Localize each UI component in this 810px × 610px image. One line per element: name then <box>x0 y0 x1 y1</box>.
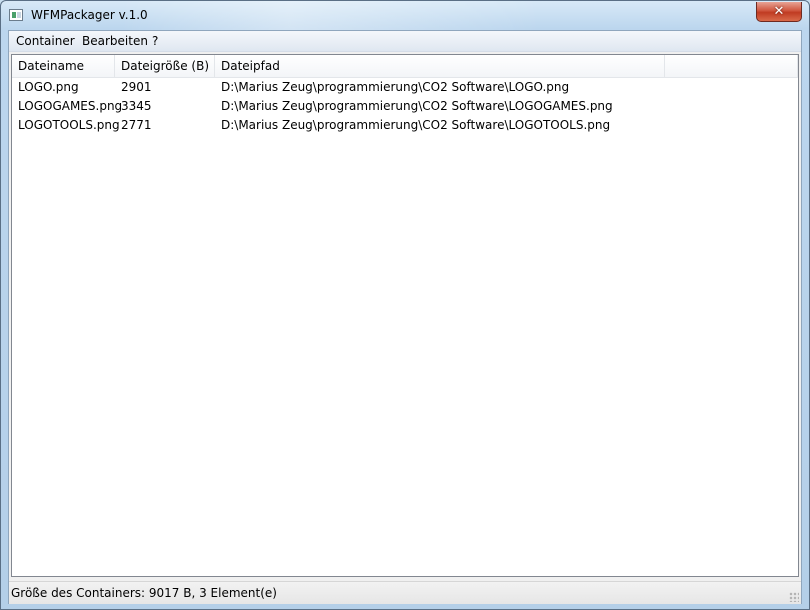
column-header-dateiname[interactable]: Dateiname <box>12 55 115 77</box>
file-path: D:\Marius Zeug\programmierung\CO2 Softwa… <box>221 118 611 132</box>
column-header-filler[interactable] <box>665 55 798 77</box>
file-size: 3345 <box>121 99 152 113</box>
column-header-dateigroesse[interactable]: Dateigröße (B) <box>115 55 215 77</box>
menu-container[interactable]: Container <box>16 34 75 48</box>
window-title: WFMPackager v.1.0 <box>31 8 148 22</box>
app-window: WFMPackager v.1.0 ✕ Container Bearbeiten… <box>0 0 810 610</box>
app-icon[interactable] <box>9 9 23 21</box>
list-header: Dateiname Dateigröße (B) Dateipfad <box>12 55 798 78</box>
resize-grip-icon[interactable] <box>789 592 799 602</box>
close-icon: ✕ <box>773 4 785 19</box>
file-size: 2771 <box>121 118 152 132</box>
close-button[interactable]: ✕ <box>756 2 802 22</box>
file-name: LOGOTOOLS.png <box>18 118 120 132</box>
list-item[interactable]: LOGO.png 2901 D:\Marius Zeug\programmier… <box>12 78 798 97</box>
file-list[interactable]: Dateiname Dateigröße (B) Dateipfad LOGO.… <box>11 54 799 577</box>
menu-help[interactable]: ? <box>152 34 158 48</box>
file-size: 2901 <box>121 80 152 94</box>
list-item[interactable]: LOGOTOOLS.png 2771 D:\Marius Zeug\progra… <box>12 116 798 135</box>
menu-bar: Container Bearbeiten ? <box>9 31 801 52</box>
column-header-dateipfad[interactable]: Dateipfad <box>215 55 665 77</box>
file-path: D:\Marius Zeug\programmierung\CO2 Softwa… <box>221 80 570 94</box>
titlebar[interactable]: WFMPackager v.1.0 ✕ <box>1 1 809 31</box>
list-item[interactable]: LOGOGAMES.png 3345 D:\Marius Zeug\progra… <box>12 97 798 116</box>
status-bar: Größe des Containers: 9017 B, 3 Element(… <box>9 581 801 604</box>
client-area: Container Bearbeiten ? Dateiname Dateigr… <box>8 30 802 604</box>
file-name: LOGOGAMES.png <box>18 99 123 113</box>
file-name: LOGO.png <box>18 80 79 94</box>
file-path: D:\Marius Zeug\programmierung\CO2 Softwa… <box>221 99 613 113</box>
status-text: Größe des Containers: 9017 B, 3 Element(… <box>11 586 277 600</box>
menu-bearbeiten[interactable]: Bearbeiten <box>82 34 148 48</box>
